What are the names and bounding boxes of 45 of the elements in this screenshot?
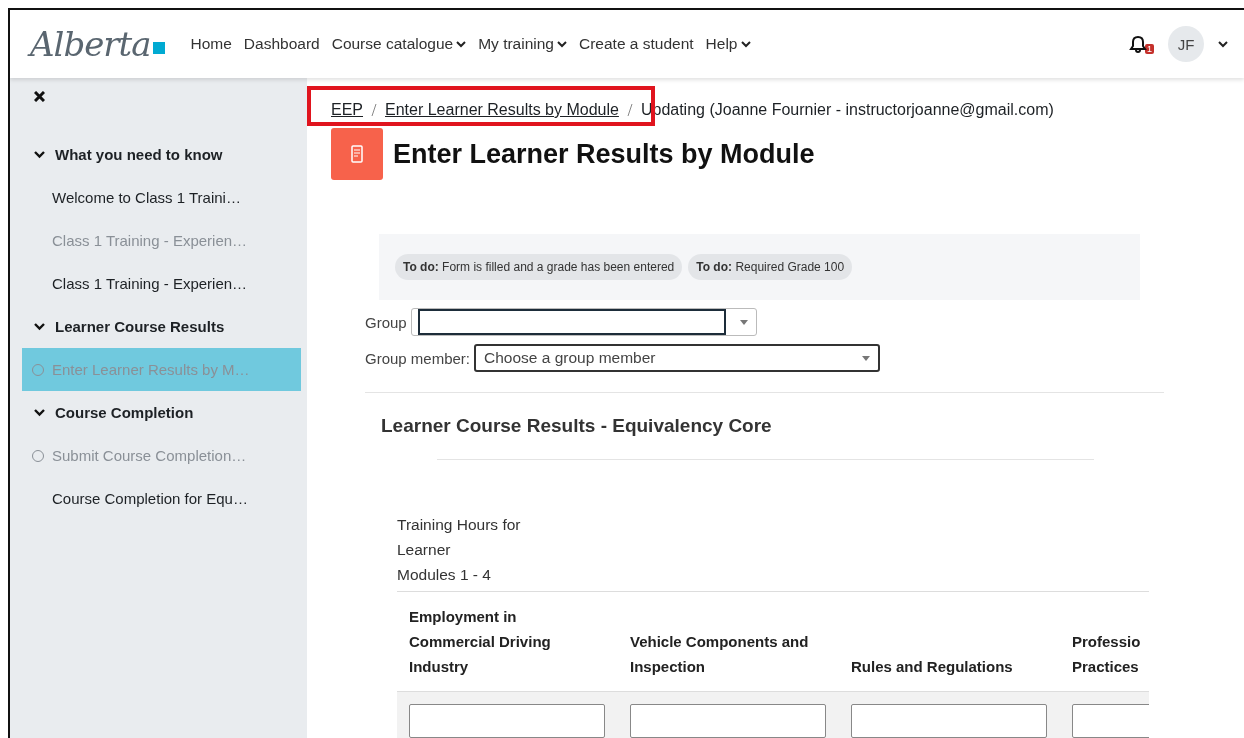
hours-label: Training Hours for Learner Modules 1 - 4 bbox=[397, 515, 522, 585]
column-header: Vehicle Components and Inspection bbox=[630, 632, 810, 677]
section-heading[interactable]: Course Completion bbox=[22, 391, 301, 434]
chevron-icon bbox=[34, 408, 45, 417]
completion-badge: To do: Required Grade 100 bbox=[688, 254, 853, 280]
section-title: Learner Course Results - Equivalency Core bbox=[381, 415, 773, 437]
chevron-down-icon bbox=[740, 40, 751, 48]
sidebar-item[interactable]: Welcome to Class 1 Traini… bbox=[22, 176, 301, 219]
hours-input[interactable] bbox=[630, 704, 826, 738]
nav-link[interactable]: My training bbox=[478, 35, 567, 53]
group-select[interactable] bbox=[410, 308, 757, 336]
nav-link[interactable]: Help bbox=[705, 35, 751, 53]
caret-icon bbox=[862, 355, 871, 361]
group-member-select[interactable]: Choose a group member bbox=[474, 344, 881, 372]
page-title: Enter Learner Results by Module bbox=[393, 138, 815, 170]
completion-badge: To do: Form is filled and a grade has been entered bbox=[395, 254, 683, 280]
field-label: Group member: bbox=[365, 349, 471, 367]
field-label: Group bbox=[365, 313, 407, 331]
breadcrumb-separator bbox=[371, 103, 377, 117]
nav-link[interactable]: Dashboard bbox=[243, 35, 320, 53]
sidebar-item[interactable]: Course Completion for Equ… bbox=[22, 477, 301, 520]
chevron-down-icon bbox=[456, 40, 467, 48]
chevron-icon bbox=[34, 150, 45, 159]
notification-count: 1 bbox=[1145, 44, 1154, 54]
column-header: Rules and Regulations bbox=[851, 657, 1014, 677]
hours-input[interactable] bbox=[409, 704, 605, 738]
section-heading[interactable]: Learner Course Results bbox=[22, 305, 301, 348]
column-header: Professio Practices bbox=[1072, 632, 1142, 677]
sidebar-item[interactable]: Class 1 Training - Experien… bbox=[22, 262, 301, 305]
nav-link[interactable]: Home bbox=[190, 35, 232, 53]
caret-icon bbox=[739, 319, 748, 325]
hours-input[interactable] bbox=[851, 704, 1047, 738]
user-avatar[interactable]: JF bbox=[1168, 26, 1204, 62]
breadcrumb-link[interactable]: EEP bbox=[331, 101, 363, 119]
nav-link[interactable]: Create a student bbox=[579, 35, 694, 53]
chevron-down-icon bbox=[1218, 40, 1228, 48]
page-icon bbox=[331, 128, 383, 180]
column-header: Employment in Commercial Driving Industry bbox=[409, 607, 552, 677]
nav-link[interactable]: Course catalogue bbox=[331, 35, 467, 53]
breadcrumb-separator bbox=[626, 103, 633, 117]
section-heading[interactable]: What you need to know bbox=[22, 133, 301, 176]
chevron-icon bbox=[34, 322, 45, 331]
breadcrumb-link[interactable]: Enter Learner Results by Module bbox=[385, 101, 619, 119]
chevron-down-icon bbox=[557, 40, 567, 48]
notification-bell-icon[interactable] bbox=[1129, 35, 1147, 53]
